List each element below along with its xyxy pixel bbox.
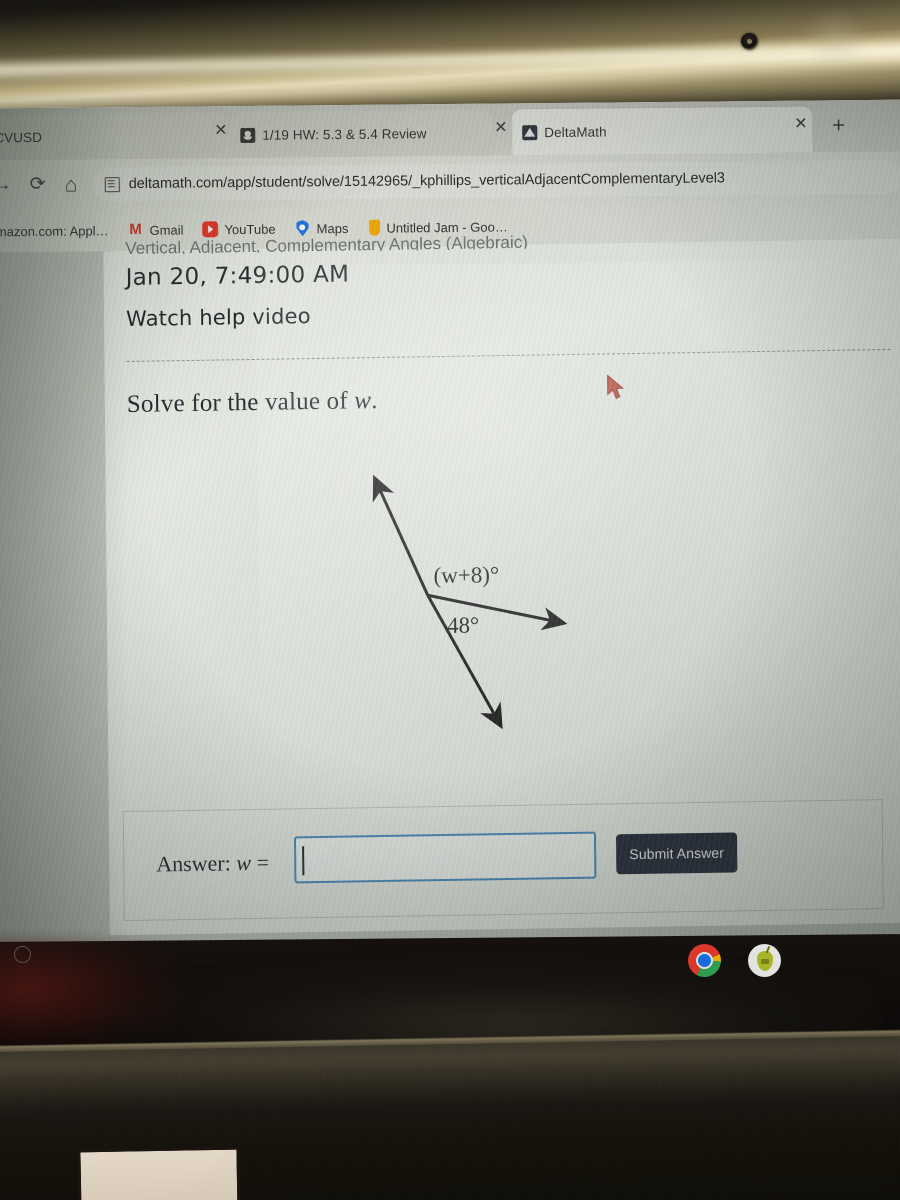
section-divider — [126, 348, 891, 362]
bookmark-youtube[interactable]: YouTube — [202, 221, 276, 238]
angle-label-w-plus-8: (w+8)° — [433, 562, 499, 588]
watch-help-video-link[interactable]: Watch help video — [126, 304, 311, 331]
angle-diagram-svg: (w+8)° 48° — [372, 474, 568, 730]
assignment-timestamp: Jan 20, 7:49:00 AM — [125, 261, 350, 291]
tab-close-icon-2[interactable]: ✕ — [794, 116, 808, 133]
answer-variable: w — [236, 850, 252, 876]
bookmark-maps[interactable]: Maps — [295, 220, 349, 237]
tab-label: DeltaMath — [544, 123, 607, 140]
site-info-icon[interactable] — [104, 176, 120, 192]
prompt-variable: w — [354, 387, 372, 415]
answer-equals: = — [250, 849, 270, 876]
answer-label: Answer: w = — [156, 850, 269, 878]
youtube-icon — [202, 221, 219, 238]
deltamath-problem-page: Vertical, Adjacent, Complementary Angles… — [103, 233, 900, 936]
answer-input[interactable] — [294, 831, 597, 884]
bookmark-label: Amazon.com: Appl… — [0, 222, 109, 239]
webcam-lens — [747, 39, 752, 44]
new-tab-button[interactable]: + — [832, 112, 845, 137]
bookmark-gmail[interactable]: M Gmail — [127, 220, 184, 239]
omnibox[interactable]: deltamath.com/app/student/solve/15142965… — [92, 159, 900, 202]
reload-icon[interactable]: ⟳ — [30, 174, 46, 195]
paper-on-deck — [77, 1146, 241, 1200]
jamboard-icon — [369, 219, 381, 236]
maps-pin-icon — [295, 220, 311, 236]
bookmark-amazon[interactable]: Amazon.com: Appl… — [0, 223, 109, 239]
bookmark-label: YouTube — [224, 221, 276, 237]
chrome-icon[interactable] — [688, 944, 721, 977]
submit-answer-button[interactable]: Submit Answer — [616, 832, 738, 875]
pear-shape — [756, 950, 773, 971]
photo-of-chromebook-screen: CVUSD ✕ 1/19 HW: 5.3 & 5.4 Review ✕ Delt… — [0, 0, 900, 1200]
tab-deltamath[interactable]: DeltaMath — [512, 106, 813, 156]
laptop-screen: CVUSD ✕ 1/19 HW: 5.3 & 5.4 Review ✕ Delt… — [0, 99, 900, 945]
bookmark-label: Gmail — [149, 222, 184, 238]
tab-label: 1/19 HW: 5.3 & 5.4 Review — [262, 125, 427, 143]
tab-strip: CVUSD ✕ 1/19 HW: 5.3 & 5.4 Review ✕ Delt… — [0, 99, 900, 161]
pear-face — [760, 958, 769, 964]
user-account-icon — [240, 127, 256, 143]
page-viewport: Vertical, Adjacent, Complementary Angles… — [0, 233, 900, 945]
angle-label-48: 48° — [447, 612, 479, 638]
angle-diagram: (w+8)° 48° — [350, 458, 653, 753]
address-bar-row: → ⟳ ⌂ deltamath.com/app/student/solve/15… — [0, 151, 900, 211]
mouse-pointer-icon — [607, 374, 624, 400]
ray-upper-left — [372, 474, 430, 596]
tab-cvusd[interactable]: CVUSD — [0, 112, 225, 161]
power-ring-icon — [14, 946, 31, 963]
pear-deck-icon[interactable] — [748, 944, 781, 977]
bezel-smudge — [800, 8, 870, 68]
answer-label-prefix: Answer: — [156, 850, 237, 877]
gmail-icon: M — [129, 220, 142, 239]
problem-prompt: Solve for the value of w. — [127, 387, 378, 419]
page-content: Vertical, Adjacent, Complementary Angles… — [103, 233, 900, 935]
text-caret — [302, 846, 304, 876]
bookmark-label: Maps — [316, 220, 349, 236]
deltamath-icon — [522, 124, 538, 140]
tab-close-icon-0[interactable]: ✕ — [214, 122, 228, 139]
forward-arrow-icon[interactable]: → — [0, 174, 12, 195]
home-icon[interactable]: ⌂ — [65, 174, 78, 197]
omnibox-url: deltamath.com/app/student/solve/15142965… — [128, 170, 725, 193]
tab-close-icon-1[interactable]: ✕ — [494, 119, 508, 136]
tab-label: CVUSD — [0, 129, 43, 145]
prompt-prefix: Solve for the value of — [126, 387, 355, 418]
answer-panel: Answer: w = Submit Answer — [122, 799, 884, 922]
prompt-suffix: . — [371, 387, 378, 415]
tab-hw-review[interactable]: 1/19 HW: 5.3 & 5.4 Review — [230, 109, 493, 159]
